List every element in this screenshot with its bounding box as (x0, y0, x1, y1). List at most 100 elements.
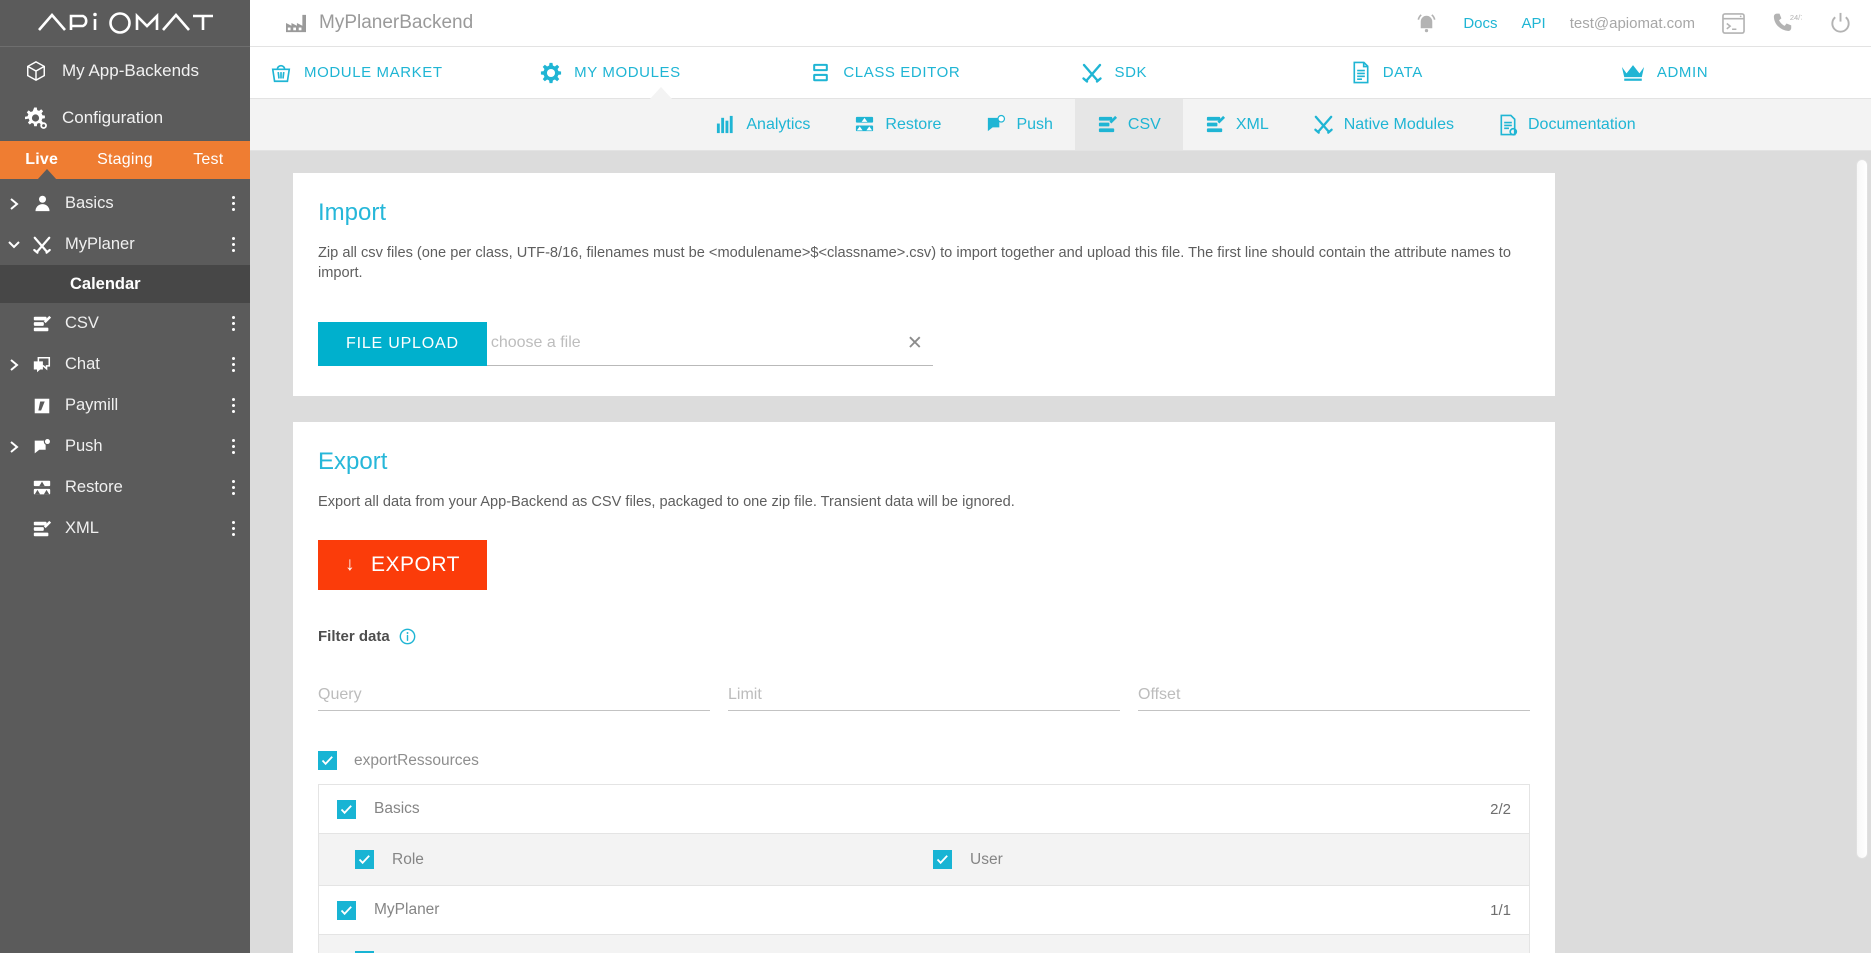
env-active-notch (37, 169, 57, 180)
module-menu-icon[interactable] (216, 398, 250, 413)
tree-row-label: MyPlaner (374, 901, 440, 919)
module-menu-icon[interactable] (216, 521, 250, 536)
subnav-analytics[interactable]: Analytics (693, 99, 832, 150)
query-input[interactable]: Query (318, 673, 710, 712)
phone-247-icon[interactable]: 24/7 (1772, 11, 1802, 35)
subnav-restore[interactable]: Restore (832, 99, 963, 150)
info-icon[interactable] (399, 628, 416, 645)
subnav-native-modules[interactable]: Native Modules (1291, 99, 1476, 150)
env-tab-live[interactable]: Live (0, 151, 83, 169)
tree-row-label: Basics (374, 800, 420, 818)
module-menu-icon[interactable] (216, 196, 250, 211)
module-label: CSV (65, 314, 99, 332)
module-row-basics[interactable]: Basics (0, 183, 250, 224)
tree-item-label: User (970, 850, 1003, 868)
import-card: Import Zip all csv files (one per class,… (293, 173, 1555, 396)
user-checkbox[interactable] (933, 850, 952, 870)
module-menu-icon[interactable] (216, 439, 250, 454)
top-header: MyPlanerBackend Docs API test@apiomat.co… (250, 0, 1871, 47)
subnav-csv[interactable]: CSV (1074, 99, 1183, 150)
file-input-field[interactable]: choose a file ✕ (486, 322, 933, 366)
api-link[interactable]: API (1522, 15, 1546, 32)
tree-row-myplaner[interactable]: MyPlaner 1/1 (319, 886, 1529, 936)
tree-item-label: Role (392, 850, 424, 868)
module-label: XML (65, 519, 99, 537)
factory-icon (285, 13, 307, 33)
module-row-push[interactable]: Push (0, 426, 250, 467)
tree-item-role[interactable]: Role (355, 850, 933, 870)
export-ressources-checkbox[interactable] (318, 751, 337, 771)
module-child-label: Calendar (70, 274, 141, 293)
nav-sdk[interactable]: SDK (1061, 47, 1331, 98)
subnav-xml[interactable]: XML (1183, 99, 1291, 150)
chat-icon (28, 355, 56, 375)
content-scrollbar[interactable] (1853, 151, 1871, 953)
main-navigation: MODULE MARKET MY MODULES CLASS EDITOR SD… (250, 47, 1871, 99)
myplaner-checkbox[interactable] (337, 900, 356, 920)
module-menu-icon[interactable] (216, 316, 250, 331)
module-row-restore[interactable]: Restore (0, 467, 250, 508)
role-checkbox[interactable] (355, 850, 374, 870)
module-tree: Basics MyPlaner Calendar CSV Chat Paymil… (0, 179, 250, 549)
nav-data[interactable]: DATA (1331, 47, 1601, 98)
tree-row-basics[interactable]: Basics 2/2 (319, 785, 1529, 835)
basics-checkbox[interactable] (337, 799, 356, 819)
push-icon (28, 437, 56, 457)
bell-icon[interactable] (1414, 11, 1439, 36)
tree-item-user[interactable]: User (933, 850, 1511, 870)
apiomat-logo[interactable] (0, 0, 250, 47)
export-button[interactable]: ↓ EXPORT (318, 540, 487, 591)
power-icon[interactable] (1828, 11, 1853, 36)
main-area: MyPlanerBackend Docs API test@apiomat.co… (250, 0, 1871, 953)
module-row-csv[interactable]: CSV (0, 303, 250, 344)
chevron-right-icon[interactable] (0, 440, 28, 454)
module-child-calendar[interactable]: Calendar (0, 265, 250, 303)
nav-module-market[interactable]: MODULE MARKET (250, 47, 520, 98)
subnav-documentation[interactable]: Documentation (1476, 99, 1658, 150)
module-label: Restore (65, 478, 123, 496)
subnav-label: CSV (1127, 115, 1161, 133)
tree-subrow-myplaner-classes: Calendar (319, 935, 1529, 953)
limit-input[interactable]: Limit (728, 673, 1120, 712)
file-upload-button[interactable]: FILE UPLOAD (318, 321, 487, 366)
chevron-right-icon[interactable] (0, 197, 28, 211)
sub-navigation: Analytics Restore Push CSV XML Native Mo… (250, 99, 1871, 151)
module-label: Basics (65, 194, 114, 212)
terminal-icon[interactable] (1721, 12, 1746, 35)
module-row-chat[interactable]: Chat (0, 344, 250, 385)
nav-my-modules[interactable]: MY MODULES (520, 47, 790, 98)
module-menu-icon[interactable] (216, 357, 250, 372)
module-row-paymill[interactable]: Paymill (0, 385, 250, 426)
module-label: Push (65, 437, 103, 455)
close-icon[interactable]: ✕ (907, 334, 923, 353)
subnav-label: Restore (885, 115, 942, 133)
offset-input[interactable]: Offset (1138, 673, 1530, 712)
module-menu-icon[interactable] (216, 480, 250, 495)
nav-class-editor[interactable]: CLASS EDITOR (790, 47, 1060, 98)
user-email[interactable]: test@apiomat.com (1570, 15, 1695, 32)
chevron-right-icon[interactable] (0, 358, 28, 372)
import-description: Zip all csv files (one per class, UTF-8/… (318, 245, 1511, 282)
import-upload-row: FILE UPLOAD choose a file ✕ (318, 321, 1530, 366)
scrollbar-thumb[interactable] (1856, 159, 1868, 859)
filter-data-text: Filter data (318, 628, 390, 646)
docs-link[interactable]: Docs (1463, 15, 1497, 32)
module-row-myplaner[interactable]: MyPlaner (0, 224, 250, 265)
sidebar-item-my-app-backends[interactable]: My App-Backends (0, 47, 250, 94)
tree-row-count: 2/2 (1490, 800, 1511, 818)
sidebar-item-configuration[interactable]: Configuration (0, 94, 250, 141)
nav-label: DATA (1382, 64, 1423, 81)
user-icon (28, 194, 56, 213)
subnav-push[interactable]: Push (963, 99, 1074, 150)
subnav-label: Push (1016, 115, 1053, 133)
sidebar-item-label: Configuration (62, 107, 164, 127)
env-tab-staging[interactable]: Staging (83, 151, 166, 169)
env-tab-test[interactable]: Test (167, 151, 250, 169)
import-title: Import (318, 199, 387, 226)
module-row-xml[interactable]: XML (0, 508, 250, 549)
chevron-down-icon[interactable] (0, 239, 28, 250)
filter-inputs: Query Limit Offset (318, 673, 1530, 712)
apiomat-logo-mark (38, 12, 213, 34)
nav-admin[interactable]: ADMIN (1601, 47, 1871, 98)
module-menu-icon[interactable] (216, 237, 250, 252)
